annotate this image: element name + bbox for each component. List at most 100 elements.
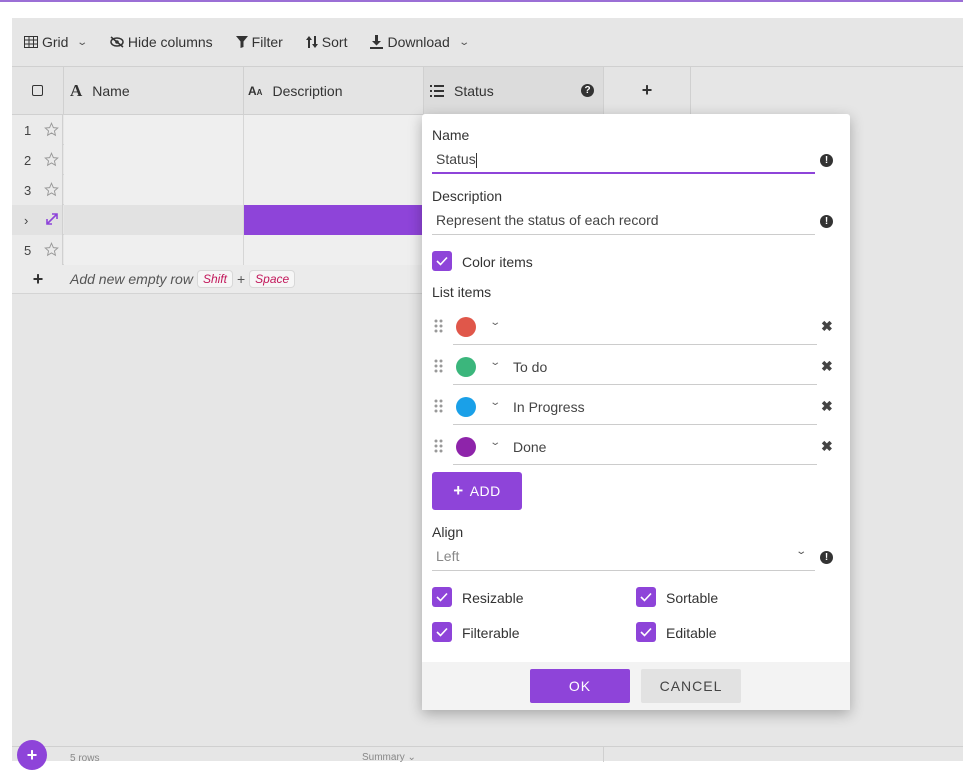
- column-header-name[interactable]: A Name: [64, 67, 244, 115]
- chevron-down-icon[interactable]: ⌄: [489, 397, 501, 408]
- cancel-button[interactable]: CANCEL: [641, 669, 741, 703]
- drag-handle-icon[interactable]: [432, 398, 446, 414]
- column-name-label: Name: [92, 82, 130, 99]
- ok-button-label: OK: [568, 678, 592, 694]
- editable-checkbox[interactable]: [636, 622, 656, 642]
- table-row: ›: [12, 205, 424, 235]
- filter-label: Filter: [251, 34, 283, 50]
- row-number-label: 2: [24, 152, 32, 168]
- download-button[interactable]: Download ⌄: [370, 34, 470, 50]
- shortcut-plus: +: [236, 271, 246, 287]
- description-cell[interactable]: [244, 115, 424, 145]
- color-picker-swatch[interactable]: [456, 437, 476, 457]
- eye-off-icon: [110, 36, 124, 48]
- color-items-label: Color items: [462, 254, 533, 270]
- drag-handle-icon[interactable]: [432, 438, 446, 454]
- footer-divider: [603, 747, 604, 762]
- star-icon[interactable]: [44, 152, 59, 167]
- shortcut-key: Space: [249, 270, 296, 288]
- filterable-checkbox[interactable]: [432, 622, 452, 642]
- name-cell[interactable]: [64, 115, 244, 145]
- list-type-icon: [430, 84, 444, 97]
- grid-icon: [24, 36, 38, 48]
- description-cell[interactable]: [244, 145, 424, 175]
- warning-icon[interactable]: !: [820, 215, 833, 228]
- text-type-icon: A: [70, 80, 83, 100]
- add-column-button[interactable]: +: [604, 67, 691, 115]
- color-picker-swatch[interactable]: [456, 317, 476, 337]
- name-cell[interactable]: [64, 235, 244, 265]
- description-input[interactable]: Represent the status of each record: [432, 207, 815, 235]
- help-icon[interactable]: ?: [581, 84, 594, 97]
- resizable-checkbox[interactable]: [432, 587, 452, 607]
- list-item-input[interactable]: [453, 309, 817, 345]
- drag-handle-icon[interactable]: [432, 318, 446, 334]
- column-header-status[interactable]: Status ?: [424, 67, 604, 115]
- name-input[interactable]: Status: [432, 146, 815, 174]
- description-cell-selected[interactable]: [244, 205, 424, 235]
- drag-handle-icon[interactable]: [432, 358, 446, 374]
- checkmark-icon: [436, 627, 448, 637]
- star-icon[interactable]: [44, 122, 59, 137]
- add-row-label[interactable]: Add new empty row: [70, 271, 193, 287]
- warning-icon[interactable]: !: [820, 154, 833, 167]
- editable-label: Editable: [666, 625, 717, 641]
- add-item-label: ADD: [469, 483, 501, 499]
- filter-button[interactable]: Filter: [235, 34, 283, 50]
- table-row: 1: [12, 115, 424, 145]
- hide-columns-button[interactable]: Hide columns: [110, 34, 213, 50]
- warning-icon[interactable]: !: [820, 551, 833, 564]
- list-item-text: In Progress: [513, 399, 585, 415]
- expand-icon[interactable]: [46, 213, 58, 225]
- star-icon[interactable]: [44, 242, 59, 257]
- chevron-down-icon[interactable]: ⌄: [489, 357, 501, 368]
- name-cell[interactable]: [64, 205, 244, 235]
- add-item-button[interactable]: + ADD: [432, 472, 522, 510]
- color-items-checkbox[interactable]: [432, 251, 452, 271]
- row-number-label: 3: [24, 182, 32, 198]
- list-item: In Progress ⌄ ✖: [432, 389, 833, 425]
- close-icon[interactable]: ✖: [821, 358, 833, 375]
- close-icon[interactable]: ✖: [821, 318, 833, 335]
- color-picker-swatch[interactable]: [456, 357, 476, 377]
- download-icon: [370, 35, 384, 49]
- text-cursor: [475, 152, 477, 168]
- name-cell[interactable]: [64, 175, 244, 205]
- select-all-header: [12, 67, 64, 115]
- filterable-label: Filterable: [462, 625, 520, 641]
- ok-button[interactable]: OK: [530, 669, 630, 703]
- name-cell[interactable]: [64, 145, 244, 175]
- row-expand-chevron[interactable]: ›: [24, 213, 28, 228]
- grid-view-button[interactable]: Grid ⌄: [24, 34, 89, 50]
- shortcut-key: Shift: [196, 270, 233, 288]
- sortable-label: Sortable: [666, 590, 719, 606]
- plus-icon[interactable]: +: [12, 269, 64, 290]
- grid-footer: 5 rows Summary ⌄: [12, 746, 963, 764]
- summary-dropdown[interactable]: Summary ⌄: [362, 752, 416, 763]
- sort-button[interactable]: Sort: [305, 34, 347, 50]
- list-item: ⌄ ✖: [432, 309, 833, 345]
- close-icon[interactable]: ✖: [821, 398, 833, 415]
- description-input-value: Represent the status of each record: [436, 212, 659, 228]
- row-number: 5: [12, 235, 63, 265]
- chevron-down-icon[interactable]: ⌄: [489, 317, 501, 328]
- select-all-checkbox[interactable]: [32, 85, 43, 96]
- close-icon[interactable]: ✖: [821, 438, 833, 455]
- description-cell[interactable]: [244, 235, 424, 265]
- sortable-checkbox[interactable]: [636, 587, 656, 607]
- align-select[interactable]: Left ⌄: [432, 543, 815, 571]
- list-item-text: To do: [513, 359, 548, 375]
- star-icon[interactable]: [44, 182, 59, 197]
- description-cell[interactable]: [244, 175, 424, 205]
- list-item: Done ⌄ ✖: [432, 429, 833, 465]
- list-item-input[interactable]: Done: [453, 429, 817, 465]
- list-item-input[interactable]: In Progress: [453, 389, 817, 425]
- top-accent-line: [0, 0, 963, 2]
- filter-icon: [235, 36, 248, 48]
- column-header-description[interactable]: AA Description: [244, 67, 424, 115]
- chevron-down-icon[interactable]: ⌄: [489, 437, 501, 448]
- add-row-bar[interactable]: + Add new empty row Shift + Space: [12, 265, 422, 294]
- list-item-input[interactable]: To do: [453, 349, 817, 385]
- color-picker-swatch[interactable]: [456, 397, 476, 417]
- fab-add-button[interactable]: +: [17, 740, 47, 770]
